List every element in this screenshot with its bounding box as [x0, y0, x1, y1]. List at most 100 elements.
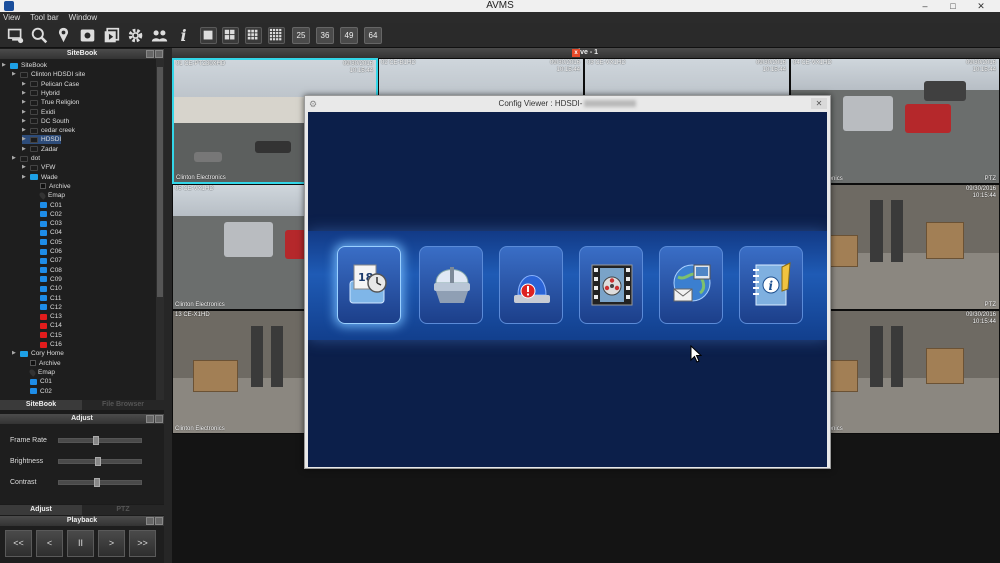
location-pin-icon[interactable] — [54, 26, 73, 45]
expand-arrow-icon[interactable]: ▶ — [12, 70, 17, 79]
float-panel-icon[interactable] — [146, 415, 154, 423]
layout-3x3-button[interactable] — [245, 27, 262, 44]
tree-item[interactable]: C14 — [32, 321, 62, 330]
tree-item[interactable]: ▶ Exidi — [22, 108, 55, 117]
layout-4x4-button[interactable] — [268, 27, 285, 44]
video-reel-icon[interactable] — [579, 246, 643, 324]
tree-item[interactable]: C07 — [32, 256, 62, 265]
layout-36-button[interactable]: 36 — [316, 27, 334, 44]
tree-item[interactable]: C10 — [32, 284, 62, 293]
tree-item[interactable]: C09 — [32, 275, 62, 284]
tree-item[interactable]: C13 — [32, 312, 62, 321]
slider-thumb[interactable] — [93, 478, 100, 487]
layout-25-button[interactable]: 25 — [292, 27, 310, 44]
tree-item[interactable]: Emap — [32, 191, 65, 200]
expand-arrow-icon[interactable]: ▶ — [22, 98, 27, 107]
close-live-icon[interactable]: x — [572, 49, 580, 57]
tree-item[interactable]: ▶ Pelican Case — [22, 80, 79, 89]
tree-item[interactable]: ▶ Zadar — [22, 145, 58, 154]
tree-item[interactable]: C16 — [32, 340, 62, 349]
dialog-close-button[interactable]: ✕ — [811, 98, 827, 109]
tree-item[interactable]: ▶ VFW — [22, 163, 55, 172]
tree-item[interactable]: ▶ cedar creek — [22, 126, 75, 135]
close-window-button[interactable]: ✕ — [968, 0, 994, 12]
search-icon[interactable] — [30, 26, 49, 45]
menu-toolbar[interactable]: Tool bar — [30, 12, 58, 23]
tree-item[interactable]: C02 — [22, 387, 52, 396]
tree-item[interactable]: C01 — [32, 201, 62, 210]
tab-ptz[interactable]: PTZ — [82, 505, 164, 515]
playback-icon[interactable] — [102, 26, 121, 45]
contrast-slider[interactable] — [58, 478, 142, 487]
expand-arrow-icon[interactable]: ▶ — [12, 349, 17, 358]
close-panel-icon[interactable] — [155, 415, 163, 423]
fast-forward-button[interactable]: >> — [129, 530, 156, 557]
minimize-button[interactable]: – — [912, 0, 938, 12]
tree-item[interactable]: C11 — [32, 294, 61, 303]
tree-item[interactable]: ▶ Wade — [22, 173, 58, 182]
tree-item[interactable]: C02 — [32, 210, 62, 219]
users-icon[interactable] — [150, 26, 169, 45]
alarm-icon[interactable] — [499, 246, 563, 324]
tab-file-browser[interactable]: File Browser — [82, 400, 164, 410]
tree-item[interactable]: ▶ Clinton HDSDI site — [12, 70, 85, 79]
sitebook-scrollbar[interactable] — [156, 59, 164, 400]
expand-arrow-icon[interactable]: ▶ — [22, 80, 27, 89]
tree-item[interactable]: ▶ DC South — [22, 117, 69, 126]
layout-2x2-button[interactable] — [222, 27, 239, 44]
menu-window[interactable]: Window — [69, 12, 97, 23]
tree-item[interactable]: ▶ SiteBook — [2, 61, 47, 70]
expand-arrow-icon[interactable]: ▶ — [2, 61, 7, 70]
archive-icon[interactable] — [78, 26, 97, 45]
layout-64-button[interactable]: 64 — [364, 27, 382, 44]
tree-item[interactable]: C03 — [32, 219, 62, 228]
monitor-icon[interactable] — [6, 26, 25, 45]
expand-arrow-icon[interactable]: ▶ — [22, 173, 27, 182]
expand-arrow-icon[interactable]: ▶ — [12, 154, 17, 163]
menu-view[interactable]: View — [3, 12, 20, 23]
expand-arrow-icon[interactable]: ▶ — [22, 117, 27, 126]
tree-item[interactable]: C15 — [32, 331, 62, 340]
scrollbar-thumb[interactable] — [157, 67, 163, 297]
tree-item[interactable]: ▶ HDSDI — [22, 135, 62, 145]
info-manual-icon[interactable]: i — [739, 246, 803, 324]
tree-item[interactable]: C05 — [32, 238, 62, 247]
layout-49-button[interactable]: 49 — [340, 27, 358, 44]
tab-adjust[interactable]: Adjust — [0, 505, 82, 515]
expand-arrow-icon[interactable]: ▶ — [22, 108, 27, 117]
schedule-icon[interactable]: 18 — [337, 246, 401, 324]
tree-item[interactable]: ▶ dot — [12, 154, 40, 163]
tree-item[interactable]: ▶ Cory Home — [12, 349, 64, 358]
brightness-slider[interactable] — [58, 457, 142, 466]
maximize-button[interactable]: □ — [940, 0, 966, 12]
step-back-button[interactable]: < — [36, 530, 63, 557]
float-panel-icon[interactable] — [146, 517, 154, 525]
expand-arrow-icon[interactable]: ▶ — [22, 89, 27, 98]
pause-button[interactable]: II — [67, 530, 94, 557]
frame-rate-slider[interactable] — [58, 436, 142, 445]
info-icon[interactable]: i — [174, 26, 193, 45]
rewind-fast-button[interactable]: << — [5, 530, 32, 557]
tree-item[interactable]: C04 — [32, 228, 62, 237]
slider-thumb[interactable] — [95, 457, 102, 466]
camera-dome-icon[interactable] — [419, 246, 483, 324]
tree-item[interactable]: ▶ True Religion — [22, 98, 79, 107]
network-mail-icon[interactable] — [659, 246, 723, 324]
tree-item[interactable]: C06 — [32, 247, 62, 256]
panel-splitter[interactable] — [164, 48, 172, 563]
tree-item[interactable]: ▶ Hybrid — [22, 89, 60, 98]
expand-arrow-icon[interactable]: ▶ — [22, 126, 27, 135]
gear-icon[interactable] — [126, 26, 145, 45]
play-button[interactable]: > — [98, 530, 125, 557]
expand-arrow-icon[interactable]: ▶ — [22, 145, 27, 154]
tree-item[interactable]: Archive — [22, 359, 61, 368]
tree-item[interactable]: C12 — [32, 303, 62, 312]
sitebook-tree[interactable]: ▶ SiteBook ▶ Clinton HDSDI site ▶ Pelican Cas… — [0, 59, 164, 400]
tree-item[interactable]: Emap — [22, 368, 55, 377]
tree-item[interactable]: C08 — [32, 266, 62, 275]
expand-arrow-icon[interactable]: ▶ — [22, 135, 27, 144]
tab-sitebook[interactable]: SiteBook — [0, 400, 82, 410]
tree-item[interactable]: C01 — [22, 377, 52, 386]
float-panel-icon[interactable] — [146, 50, 154, 58]
close-panel-icon[interactable] — [155, 50, 163, 58]
